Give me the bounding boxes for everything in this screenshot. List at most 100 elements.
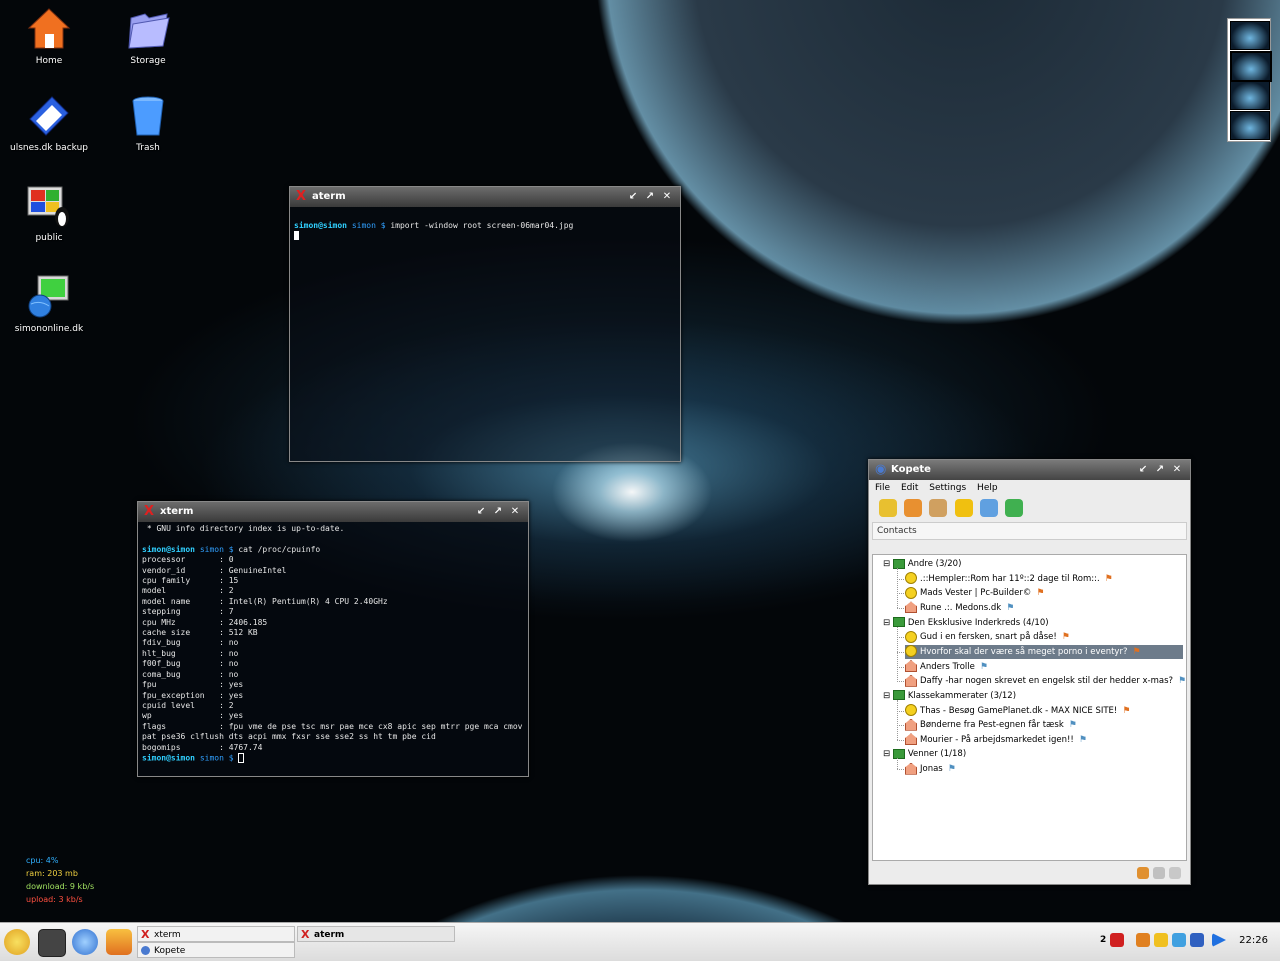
minimize-icon[interactable]: ↙	[626, 187, 640, 207]
desktop-icon-home[interactable]: Home	[4, 6, 94, 66]
contacts-header[interactable]: Contacts	[872, 522, 1187, 540]
xterm-terminal[interactable]: * GNU info directory index is up-to-date…	[138, 522, 528, 768]
group-folder-icon	[892, 748, 905, 759]
contact-label: Bønderne fra Pest-egnen får tæsk	[920, 720, 1064, 731]
minimize-icon[interactable]: ↙	[1136, 460, 1150, 480]
maximize-icon[interactable]: ↗	[491, 502, 505, 522]
contact-group[interactable]: ⊟ Klassekammerater (3/12)	[883, 689, 1016, 703]
group-label: Andre (3/20)	[907, 559, 962, 569]
search-icon[interactable]	[979, 499, 998, 517]
menu-file[interactable]: File	[875, 483, 890, 493]
task-xterm[interactable]: X xterm	[137, 926, 295, 942]
aterm-window[interactable]: X aterm ↙ ↗ ✕ simon@simon simon $ import -…	[289, 186, 681, 462]
notes-tray-icon[interactable]	[1154, 933, 1168, 947]
kopete-titlebar[interactable]: ◉ Kopete ↙ ↗ ✕	[869, 460, 1190, 480]
add-contact-icon[interactable]	[929, 499, 948, 517]
desktop-icon-public[interactable]: public	[4, 183, 94, 243]
pager-desktop-1[interactable]	[1230, 21, 1270, 50]
trash-icon	[125, 93, 171, 139]
close-icon[interactable]: ✕	[1170, 460, 1184, 480]
task-label: xterm	[154, 930, 181, 940]
arrow-tray-icon[interactable]	[1212, 933, 1226, 947]
mail-launcher-icon[interactable]	[106, 929, 132, 955]
kopete-statusbar	[872, 864, 1185, 882]
desktop-icon-trash[interactable]: Trash	[103, 93, 193, 153]
group-label: Klassekammerater (3/12)	[907, 690, 1017, 701]
k-menu-icon[interactable]	[4, 929, 30, 955]
menu-settings[interactable]: Settings	[929, 483, 966, 493]
contact-item[interactable]: Anders Trolle ⚑	[905, 660, 988, 674]
contact-item[interactable]: .::Hempler::Rom har 11º::2 dage til Rom:…	[905, 572, 1113, 586]
offline-status-icon	[905, 733, 917, 746]
msn-status-icon[interactable]	[1137, 867, 1149, 879]
aterm-titlebar[interactable]: X aterm ↙ ↗ ✕	[290, 187, 680, 207]
cpuinfo-line: fdiv_bug : no	[142, 638, 239, 648]
star-icon[interactable]	[954, 499, 973, 517]
browser-launcher-icon[interactable]	[72, 929, 98, 955]
kopete-tray-icon[interactable]	[1136, 933, 1150, 947]
contact-item[interactable]: Jonas ⚑	[905, 762, 956, 776]
ram-usage: ram: 203 mb	[26, 869, 78, 878]
terminal-cursor	[294, 231, 299, 241]
kopete-menubar: File Edit Settings Help	[869, 480, 1190, 496]
task-aterm[interactable]: X aterm	[297, 926, 455, 942]
contact-item[interactable]: Gud i en fersken, snart på dåse! ⚑	[905, 630, 1070, 644]
contact-item[interactable]: Mads Vester | Pc-Builder© ⚑	[905, 586, 1044, 600]
taskbar: X xterm Kopete X aterm 2 22:26	[0, 922, 1280, 961]
menu-help[interactable]: Help	[977, 483, 998, 493]
pager-desktop-3[interactable]	[1230, 81, 1270, 110]
cpuinfo-line: f00f_bug : no	[142, 659, 239, 669]
storage-icon	[125, 6, 171, 52]
task-label: Kopete	[154, 946, 186, 956]
minimize-icon[interactable]: ↙	[474, 502, 488, 522]
icq-status-icon[interactable]	[1153, 867, 1165, 879]
task-kopete[interactable]: Kopete	[137, 942, 295, 958]
close-icon[interactable]: ✕	[508, 502, 522, 522]
aterm-terminal[interactable]: simon@simon simon $ import -window root …	[290, 207, 680, 246]
xterm-window[interactable]: X xterm ↙ ↗ ✕ * GNU info directory index i…	[137, 501, 529, 777]
menu-edit[interactable]: Edit	[901, 483, 918, 493]
contact-item[interactable]: Rune .:. Medons.dk ⚑	[905, 601, 1014, 615]
maximize-icon[interactable]: ↗	[643, 187, 657, 207]
keyboard-layout-icon[interactable]	[1110, 933, 1124, 947]
contact-group[interactable]: ⊟ Den Eksklusive Inderkreds (4/10)	[883, 616, 1049, 630]
contact-label: Mads Vester | Pc-Builder©	[920, 588, 1032, 599]
maximize-icon[interactable]: ↗	[1153, 460, 1167, 480]
msn-butterfly-icon: ⚑	[1068, 720, 1077, 731]
contact-item[interactable]: Mourier - På arbejdsmarkedet igen!! ⚑	[905, 733, 1087, 747]
pager-desktop-4[interactable]	[1230, 111, 1270, 140]
desktop-pager	[1227, 18, 1272, 142]
contact-item[interactable]: Thas - Besøg GamePlanet.dk - MAX NICE SI…	[905, 704, 1130, 718]
desktop-icon-simononline[interactable]: simononline.dk	[4, 274, 94, 334]
cpu-usage: cpu: 4%	[26, 856, 59, 865]
status-icon[interactable]	[904, 499, 923, 517]
contact-item[interactable]: Bønderne fra Pest-egnen får tæsk ⚑	[905, 718, 1077, 732]
jabber-status-icon[interactable]	[1169, 867, 1181, 879]
msn-butterfly-icon: ⚑	[947, 764, 956, 775]
contact-item[interactable]: Hvorfor skal der være så meget porno i e…	[905, 644, 1183, 659]
desktop-icon-storage[interactable]: Storage	[103, 6, 193, 66]
terminal-launcher-icon[interactable]	[38, 929, 66, 957]
close-icon[interactable]: ✕	[660, 187, 674, 207]
cpuinfo-output: processor : 0 vendor_id : GenuineIntel cpu…	[142, 555, 524, 753]
kopete-window[interactable]: ◉ Kopete ↙ ↗ ✕ File Edit Settings Help Con…	[868, 459, 1191, 885]
network-tray-icon[interactable]	[1172, 933, 1186, 947]
contact-group[interactable]: ⊟ Venner (1/18)	[883, 747, 966, 761]
window-title: Kopete	[891, 464, 931, 475]
desktop-icon-label: public	[35, 233, 63, 243]
msn-butterfly-icon: ⚑	[1104, 573, 1113, 584]
window-title: xterm	[160, 506, 194, 517]
connect-icon[interactable]	[879, 499, 897, 517]
offline-status-icon	[905, 762, 917, 775]
pager-desktop-2[interactable]	[1230, 51, 1272, 82]
contact-group[interactable]: ⊟ Andre (3/20)	[883, 557, 961, 571]
xterm-titlebar[interactable]: X xterm ↙ ↗ ✕	[138, 502, 528, 522]
cpuinfo-line: cache size : 512 KB	[142, 628, 258, 638]
volume-tray-icon[interactable]	[1190, 933, 1204, 947]
desktop-number[interactable]: 2	[1100, 935, 1106, 945]
group-folder-icon	[892, 690, 905, 701]
folder-icon[interactable]	[1004, 499, 1023, 517]
offline-status-icon	[905, 660, 917, 673]
desktop-icon-backup[interactable]: ulsnes.dk backup	[4, 93, 94, 153]
contact-item[interactable]: Daffy -har nogen skrevet en engelsk stil…	[905, 674, 1186, 688]
